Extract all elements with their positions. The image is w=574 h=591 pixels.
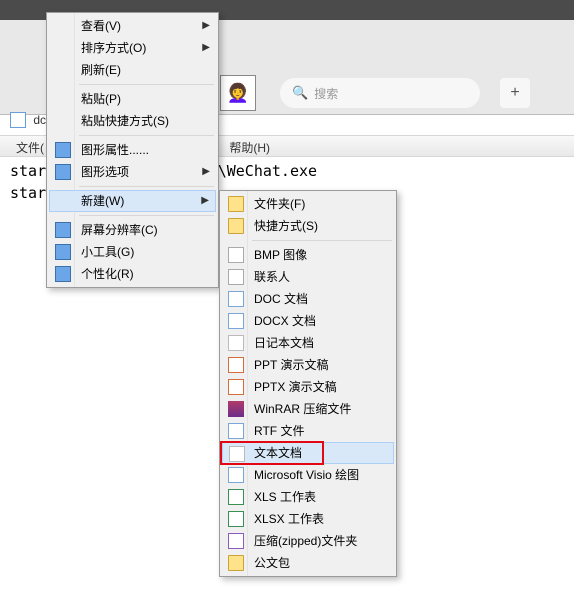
submenu-new: 文件夹(F) 快捷方式(S) BMP 图像 联系人 DOC 文档 DOCX 文档… [219,190,397,577]
new-doc[interactable]: DOC 文档 [222,288,394,310]
visio-icon [228,467,244,483]
new-winrar[interactable]: WinRAR 压缩文件 [222,398,394,420]
menu-new[interactable]: 新建(W) ▶ [49,190,216,212]
image-icon [228,247,244,263]
menu-file[interactable]: 文件( [10,136,50,159]
notepad-icon [10,112,26,128]
monitor-icon [55,142,71,158]
menu-screen-resolution[interactable]: 屏幕分辨率(C) [49,219,216,241]
separator [79,186,214,187]
separator [79,84,214,85]
zip-icon [228,533,244,549]
personalize-icon [55,266,71,282]
xlsx-icon [228,511,244,527]
chevron-right-icon: ▶ [202,15,210,37]
new-text-document[interactable]: 文本文档 [222,442,394,464]
new-rtf[interactable]: RTF 文件 [222,420,394,442]
menu-graphics-options[interactable]: 图形选项 ▶ [49,161,216,183]
new-shortcut[interactable]: 快捷方式(S) [222,215,394,237]
menu-help[interactable]: 帮助(H) [223,136,276,159]
menu-sort[interactable]: 排序方式(O) ▶ [49,37,216,59]
docx-icon [228,313,244,329]
context-menu: 查看(V) ▶ 排序方式(O) ▶ 刷新(E) 粘贴(P) 粘贴快捷方式(S) … [46,12,219,288]
chevron-right-icon: ▶ [201,191,209,211]
new-briefcase[interactable]: 公文包 [222,552,394,574]
window-title: dc [33,113,46,127]
new-zip[interactable]: 压缩(zipped)文件夹 [222,530,394,552]
folder-icon [228,196,244,212]
monitor-icon [55,222,71,238]
pptx-icon [228,379,244,395]
contact-icon [228,269,244,285]
new-journal[interactable]: 日记本文档 [222,332,394,354]
rtf-icon [228,423,244,439]
search-icon: 🔍 [292,85,308,101]
new-pptx[interactable]: PPTX 演示文稿 [222,376,394,398]
xls-icon [228,489,244,505]
new-xlsx[interactable]: XLSX 工作表 [222,508,394,530]
new-visio[interactable]: Microsoft Visio 绘图 [222,464,394,486]
ppt-icon [228,357,244,373]
gadget-icon [55,244,71,260]
search-input[interactable]: 🔍 搜索 [280,78,480,108]
menu-view[interactable]: 查看(V) ▶ [49,15,216,37]
search-placeholder: 搜索 [314,85,338,102]
chevron-right-icon: ▶ [202,37,210,59]
add-button[interactable]: + [500,78,530,108]
menu-paste-shortcut[interactable]: 粘贴快捷方式(S) [49,110,216,132]
new-folder[interactable]: 文件夹(F) [222,193,394,215]
briefcase-icon [228,555,244,571]
menu-refresh[interactable]: 刷新(E) [49,59,216,81]
separator [79,135,214,136]
new-xls[interactable]: XLS 工作表 [222,486,394,508]
doc-icon [228,291,244,307]
new-ppt[interactable]: PPT 演示文稿 [222,354,394,376]
new-docx[interactable]: DOCX 文档 [222,310,394,332]
rar-icon [228,401,244,417]
monitor-icon [55,164,71,180]
separator [79,215,214,216]
new-contact[interactable]: 联系人 [222,266,394,288]
text-icon [229,446,245,462]
shortcut-icon [228,218,244,234]
menu-graphics-properties[interactable]: 图形属性...... [49,139,216,161]
separator [252,240,392,241]
menu-gadgets[interactable]: 小工具(G) [49,241,216,263]
journal-icon [228,335,244,351]
plus-icon: + [510,84,519,102]
chevron-right-icon: ▶ [202,161,210,183]
new-bmp[interactable]: BMP 图像 [222,244,394,266]
menu-paste[interactable]: 粘贴(P) [49,88,216,110]
menu-personalize[interactable]: 个性化(R) [49,263,216,285]
avatar[interactable]: 👩‍🦱 [220,75,256,111]
